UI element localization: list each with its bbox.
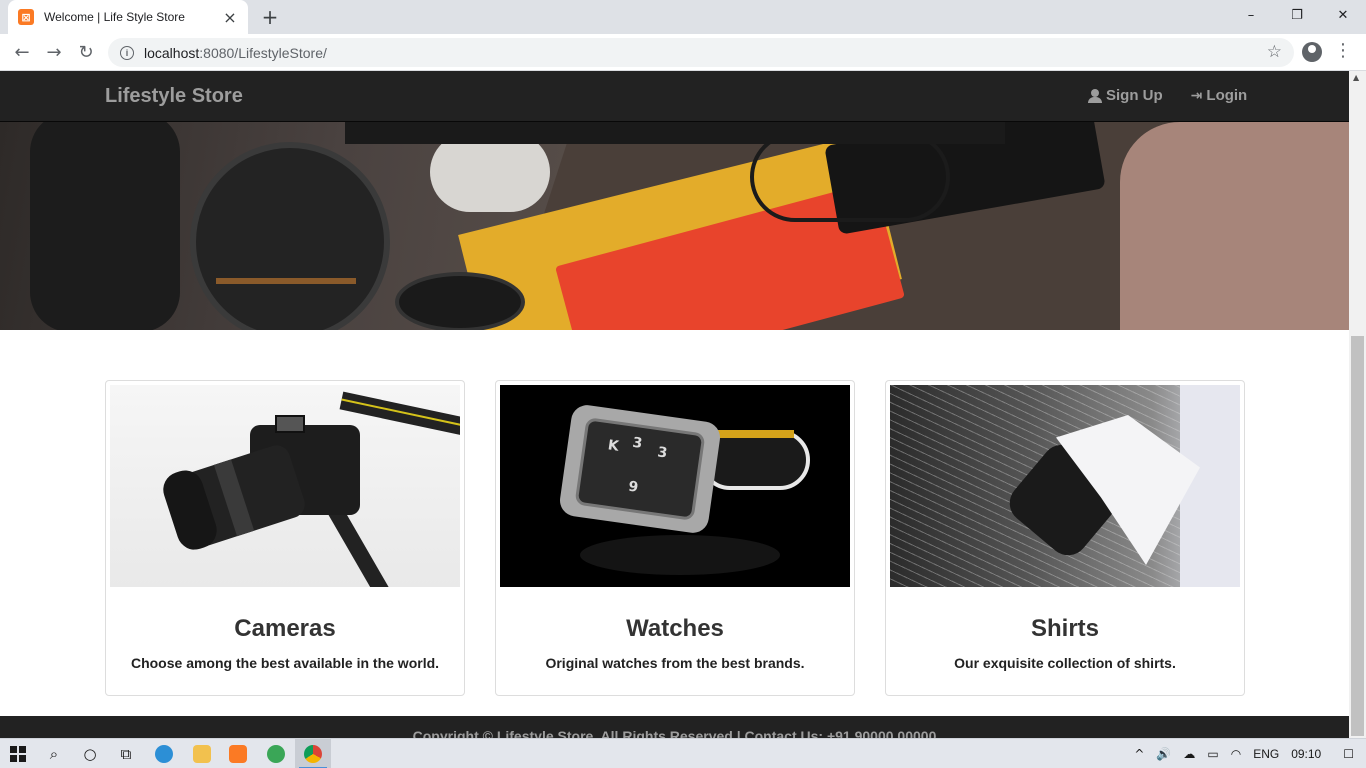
browser-tab[interactable]: ⊠ Welcome | Life Style Store × xyxy=(8,0,248,34)
hero-banner-image xyxy=(0,122,1349,330)
login-icon: ⇥ xyxy=(1190,87,1203,104)
user-icon xyxy=(1088,88,1102,103)
banner-glasses xyxy=(750,132,950,222)
site-brand[interactable]: Lifestyle Store xyxy=(105,85,243,108)
sign-up-label: Sign Up xyxy=(1106,87,1163,104)
volume-icon[interactable]: 🔊 xyxy=(1156,747,1171,761)
tray-chevron-icon[interactable]: ^ xyxy=(1134,747,1144,761)
taskbar-search-button[interactable]: ⌕ xyxy=(36,739,72,768)
product-card-cameras[interactable]: Cameras Choose among the best available … xyxy=(105,380,465,696)
browser-tab-strip: ⊠ Welcome | Life Style Store × + – ❐ ✕ xyxy=(0,0,1366,34)
page-viewport: Lifestyle Store Sign Up ⇥ Login Cameras … xyxy=(0,71,1366,738)
profile-avatar-icon[interactable] xyxy=(1302,42,1322,62)
battery-icon[interactable]: ▭ xyxy=(1207,747,1218,761)
chrome-icon xyxy=(304,745,322,763)
watch-dial: K 3 3 9 xyxy=(574,417,706,521)
task-view-icon: ⧉ xyxy=(120,745,132,763)
product-card-shirts[interactable]: Shirts Our exquisite collection of shirt… xyxy=(885,380,1245,696)
watch-dial-digit: 3 xyxy=(631,434,644,452)
card-title: Cameras xyxy=(234,615,336,642)
banner-overlay-box xyxy=(345,122,1005,144)
product-cards: Cameras Choose among the best available … xyxy=(105,380,1245,696)
window-controls: – ❐ ✕ xyxy=(1228,0,1366,34)
card-title: Shirts xyxy=(1030,615,1099,642)
banner-lens-large xyxy=(190,142,390,330)
task-view-button[interactable]: ⧉ xyxy=(108,739,144,768)
shirt-image[interactable] xyxy=(890,385,1240,587)
card-description: Choose among the best available in the w… xyxy=(130,655,440,671)
site-navbar: Lifestyle Store Sign Up ⇥ Login xyxy=(0,71,1349,122)
taskbar-xampp[interactable] xyxy=(220,739,256,768)
card-description: Original watches from the best brands. xyxy=(545,655,805,671)
restore-button[interactable]: ❐ xyxy=(1274,0,1320,30)
back-button[interactable]: ← xyxy=(8,38,36,66)
product-card-watches[interactable]: K 3 3 9 Watches Original watches from th… xyxy=(495,380,855,696)
site-info-icon[interactable]: i xyxy=(120,45,134,60)
scroll-up-arrow-icon[interactable]: ▲ xyxy=(1353,73,1359,82)
banner-cloth xyxy=(430,132,550,212)
edge-icon xyxy=(155,745,173,763)
scroll-thumb[interactable] xyxy=(1351,336,1364,736)
card-title: Watches xyxy=(626,615,724,642)
notifications-icon[interactable]: ☐ xyxy=(1343,747,1354,761)
taskbar-edge[interactable] xyxy=(146,739,182,768)
forward-button[interactable]: → xyxy=(40,38,68,66)
bookmark-star-icon[interactable]: ☆ xyxy=(1267,42,1282,62)
xampp-icon xyxy=(229,745,247,763)
watch-dial-digit: K xyxy=(606,437,620,455)
camera-display xyxy=(275,415,305,433)
windows-taskbar: ⌕ ○ ⧉ ^ 🔊 ☁ ▭ ◠ ENG 09:10 ☐ xyxy=(0,738,1366,768)
footer-copyright: Copyright © Lifestyle Store. All Rights … xyxy=(412,728,937,738)
cortana-button[interactable]: ○ xyxy=(72,739,108,768)
site-footer: Copyright © Lifestyle Store. All Rights … xyxy=(0,716,1349,738)
system-tray: ^ 🔊 ☁ ▭ ◠ ENG 09:10 ☐ xyxy=(1134,739,1366,768)
xampp-favicon-icon: ⊠ xyxy=(18,9,34,25)
page-scrollbar[interactable]: ▲ xyxy=(1349,71,1366,738)
wifi-icon[interactable]: ◠ xyxy=(1231,747,1241,761)
url-path: :8080/LifestyleStore/ xyxy=(199,44,327,61)
watch-reflection xyxy=(580,535,780,575)
camera-image[interactable] xyxy=(110,385,460,587)
taskbar-file-explorer[interactable] xyxy=(184,739,220,768)
url-host: localhost xyxy=(144,44,200,61)
banner-arm xyxy=(1120,122,1349,330)
login-label: Login xyxy=(1206,87,1248,104)
banner-lens xyxy=(30,122,180,330)
card-description: Our exquisite collection of shirts. xyxy=(954,655,1176,671)
login-link[interactable]: ⇥ Login xyxy=(1191,87,1248,104)
taskbar-app-green[interactable] xyxy=(258,739,294,768)
new-tab-button[interactable]: + xyxy=(258,5,282,29)
start-button[interactable] xyxy=(0,739,36,768)
url-text[interactable]: localhost:8080/LifestyleStore/ xyxy=(144,45,327,61)
tab-close-icon[interactable]: × xyxy=(222,8,238,27)
navbar-links: Sign Up ⇥ Login xyxy=(1088,87,1247,104)
watch-dial-digit: 9 xyxy=(627,478,640,496)
minimize-button[interactable]: – xyxy=(1228,0,1274,30)
taskbar-chrome[interactable] xyxy=(295,739,331,768)
address-bar[interactable]: i localhost:8080/LifestyleStore/ ☆ xyxy=(108,38,1294,67)
banner-lens-cap xyxy=(395,272,525,330)
sign-up-link[interactable]: Sign Up xyxy=(1088,87,1163,104)
browser-toolbar: ← → ↻ i localhost:8080/LifestyleStore/ ☆… xyxy=(0,34,1366,71)
browser-menu-icon[interactable]: ⋮ xyxy=(1334,40,1352,61)
cortana-icon: ○ xyxy=(83,745,97,763)
clock[interactable]: 09:10 xyxy=(1291,747,1321,761)
reload-button[interactable]: ↻ xyxy=(72,38,100,66)
cloud-icon[interactable]: ☁ xyxy=(1183,747,1195,761)
close-window-button[interactable]: ✕ xyxy=(1320,0,1366,30)
language-indicator[interactable]: ENG xyxy=(1253,747,1279,761)
windows-logo-icon xyxy=(10,746,26,762)
folder-icon xyxy=(193,745,211,763)
watch-image[interactable]: K 3 3 9 xyxy=(500,385,850,587)
watch-dial-digit: 3 xyxy=(656,444,669,462)
search-icon: ⌕ xyxy=(49,745,59,763)
tab-title: Welcome | Life Style Store xyxy=(44,10,185,24)
app-icon xyxy=(267,745,285,763)
